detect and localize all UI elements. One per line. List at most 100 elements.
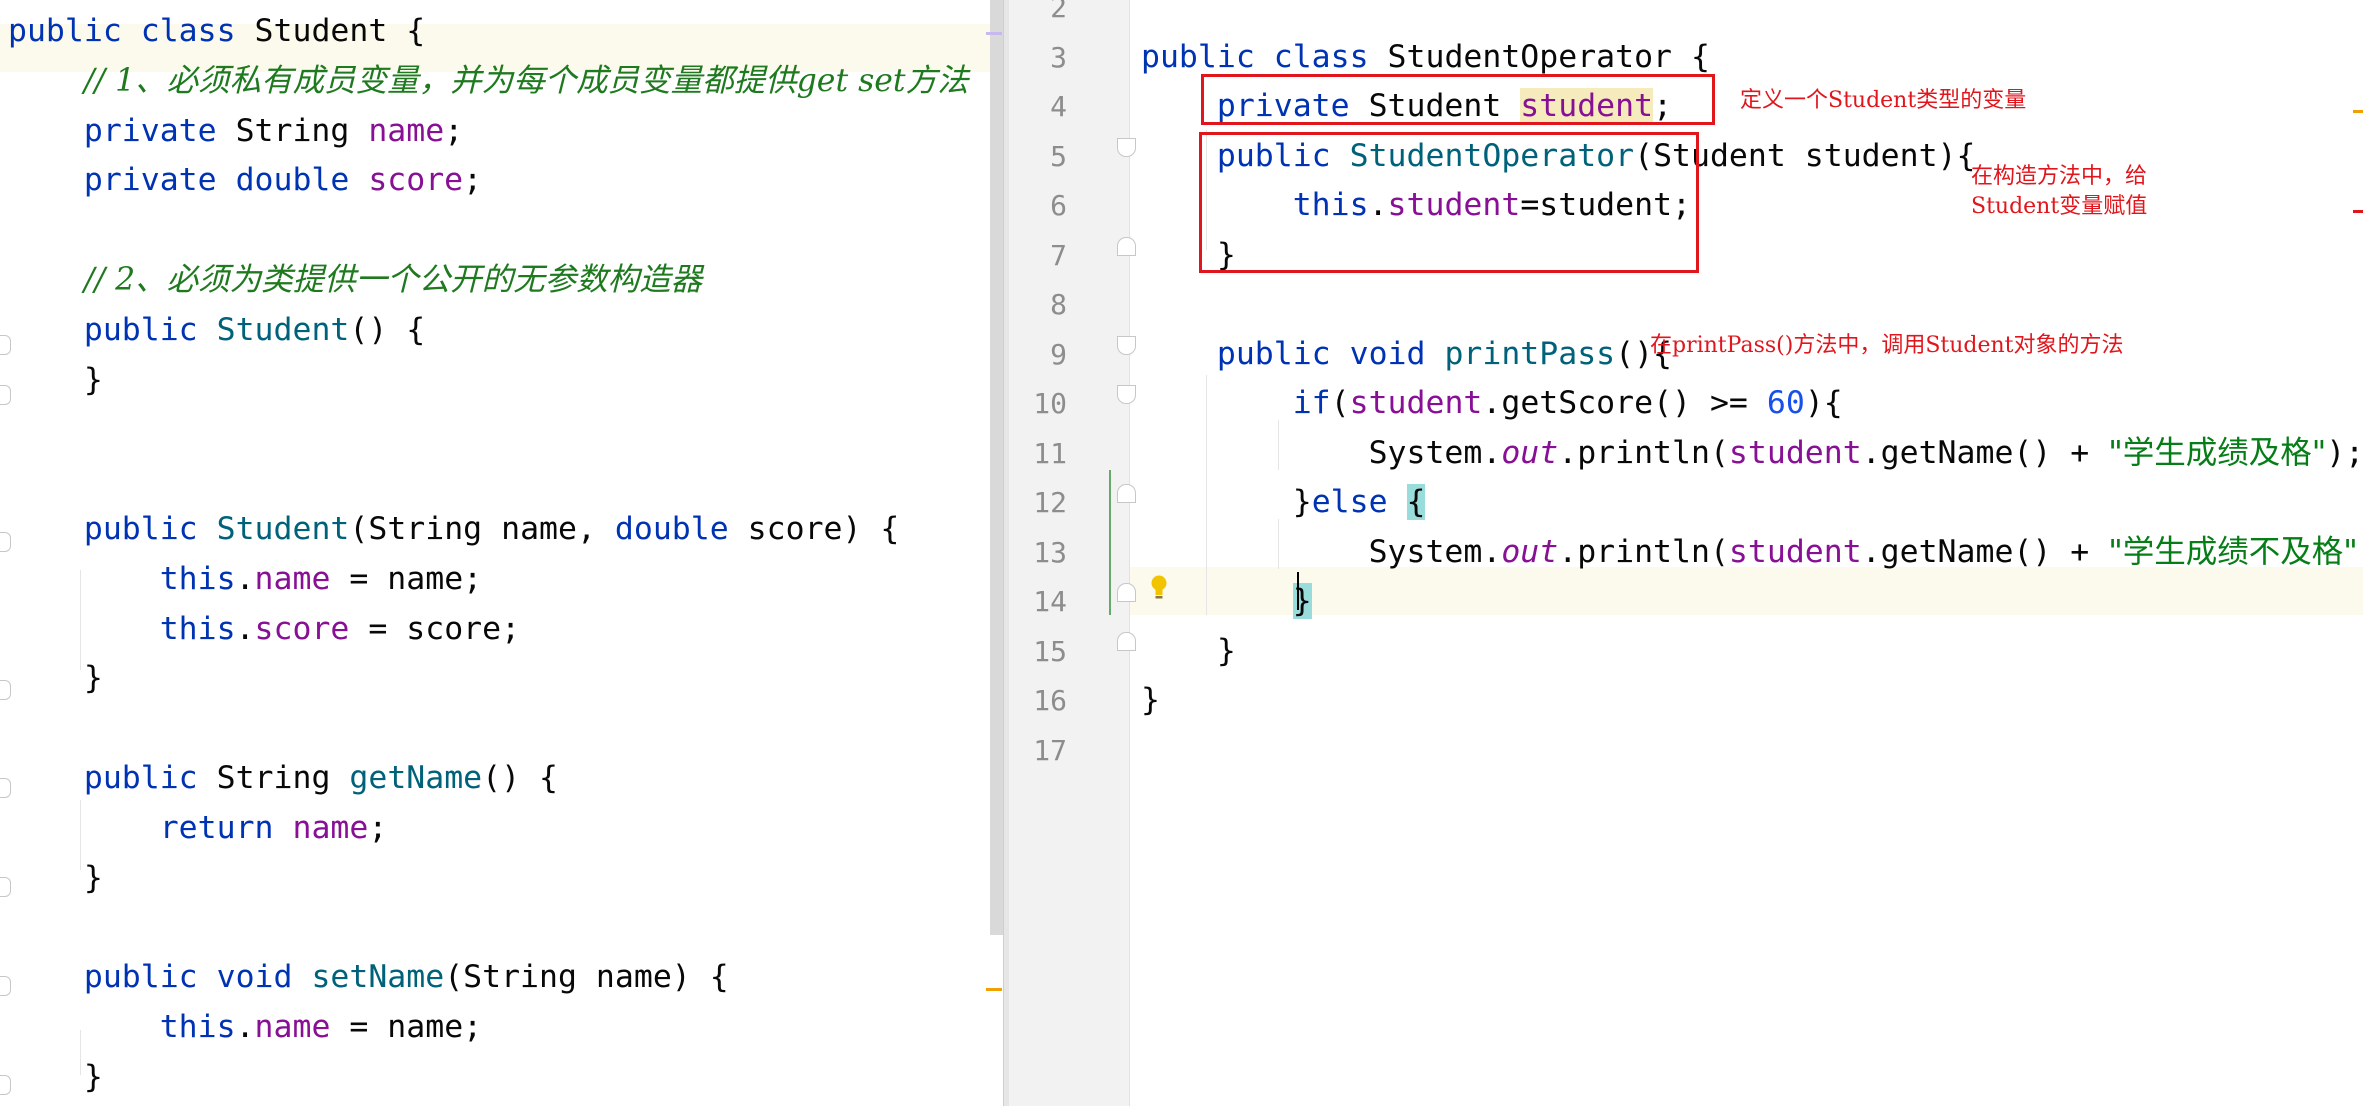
fold-marker-icon[interactable]	[0, 532, 11, 552]
fold-end-icon[interactable]	[1117, 237, 1136, 256]
annotation-note-method: 在printPass()方法中，调用Student对象的方法	[1650, 333, 2124, 358]
indent-guide	[80, 800, 81, 870]
code-line[interactable]: }	[8, 356, 103, 406]
line-number: 14	[1033, 585, 1067, 618]
code-token: () {	[482, 760, 559, 796]
code-token: System.	[1141, 533, 1502, 570]
vcs-change-marker[interactable]	[1109, 470, 1111, 615]
code-token: .	[235, 1009, 255, 1045]
left-scrollbar[interactable]	[990, 0, 1003, 935]
line-number-gutter[interactable]: 2 3 4 5 6 7 8 9 10 11 12 13 14 15 16 17	[1009, 0, 1130, 1106]
code-line[interactable]: public void printPass(){	[1141, 330, 1672, 380]
code-line[interactable]: this.score = score;	[8, 605, 520, 655]
code-token: public	[8, 511, 217, 547]
fold-marker-icon[interactable]	[0, 385, 11, 405]
code-token: );	[2326, 434, 2363, 471]
fold-marker-icon[interactable]	[0, 680, 11, 700]
code-token: // 2、必须为类提供一个公开的无参数构造器	[83, 262, 703, 298]
code-token: }	[1141, 682, 1160, 718]
code-token: "学生成绩及格"	[2108, 434, 2327, 471]
code-token: this	[8, 610, 236, 647]
line-number: 4	[1050, 90, 1067, 123]
code-line[interactable]: public String getName() {	[8, 754, 558, 804]
code-line[interactable]: }	[1141, 577, 1312, 627]
code-token: ){	[1804, 385, 1843, 421]
code-line[interactable]: public void setName(String name) {	[8, 953, 729, 1003]
indent-guide	[80, 570, 81, 670]
fold-start-icon[interactable]	[1117, 138, 1136, 157]
code-token: .println(	[1558, 533, 1729, 570]
code-line[interactable]: private String name;	[8, 107, 463, 157]
code-token: }	[1141, 484, 1312, 520]
annotation-box-field	[1201, 74, 1715, 125]
code-line[interactable]: }	[1141, 676, 1160, 726]
code-token: {	[1406, 484, 1426, 520]
code-line[interactable]: public Student(String name, double score…	[8, 505, 900, 555]
fold-end-icon[interactable]	[1117, 632, 1136, 651]
fold-marker-icon[interactable]	[0, 335, 11, 355]
annotation-note-constructor: 在构造方法中，给 Student变量赋值	[1971, 164, 2148, 219]
line-number: 9	[1050, 337, 1067, 371]
code-token: name	[254, 1009, 331, 1045]
code-token: .	[235, 560, 255, 597]
code-line[interactable]: if(student.getScore() >= 60){	[1141, 379, 1843, 429]
code-line[interactable]: }	[8, 654, 103, 704]
code-token: ;	[368, 809, 388, 846]
line-number: 3	[1050, 40, 1067, 74]
error-stripe-marker[interactable]	[2353, 210, 2363, 213]
fold-marker-icon[interactable]	[0, 976, 11, 996]
code-token: (	[1330, 385, 1350, 421]
warning-stripe-marker[interactable]	[2353, 110, 2363, 113]
code-token: }	[1141, 632, 1236, 669]
code-token: getName	[349, 760, 483, 796]
fold-marker-icon[interactable]	[0, 778, 11, 798]
code-token: .getScore() >=	[1482, 385, 1767, 421]
code-line[interactable]: }else {	[1141, 478, 1426, 528]
code-token: student	[1728, 533, 1862, 570]
code-token: }	[8, 859, 103, 896]
code-token: }	[8, 660, 103, 697]
code-token: out	[1501, 533, 1559, 570]
code-token: String	[216, 760, 350, 796]
code-token: String	[235, 112, 369, 149]
error-stripe-marker[interactable]	[986, 32, 1002, 35]
code-token: () {	[349, 311, 426, 348]
fold-marker-icon[interactable]	[0, 877, 11, 897]
code-token: );	[2358, 534, 2363, 570]
code-line[interactable]: System.out.println(student.getName() + "…	[1141, 528, 2363, 578]
code-token: public	[8, 311, 217, 348]
code-token: else	[1311, 484, 1407, 520]
code-line[interactable]: public class Student {	[8, 7, 425, 57]
fold-end-icon[interactable]	[1117, 484, 1136, 503]
code-line[interactable]: // 1、必须私有成员变量，并为每个成员变量都提供get set方法	[8, 57, 969, 107]
code-token: public	[8, 760, 217, 796]
fold-start-icon[interactable]	[1117, 336, 1136, 355]
fold-end-icon[interactable]	[1117, 583, 1136, 602]
fold-marker-icon[interactable]	[0, 1075, 11, 1095]
code-token: out	[1501, 434, 1559, 471]
line-number: 17	[1033, 733, 1067, 767]
right-editor-pane[interactable]: 2 3 4 5 6 7 8 9 10 11 12 13 14 15 16 17 public class St…	[1009, 0, 2363, 1106]
indent-guide	[80, 1030, 81, 1075]
code-token: private	[8, 112, 236, 149]
code-line[interactable]: }	[8, 854, 103, 904]
code-line[interactable]: public Student() {	[8, 306, 425, 356]
code-token: = score;	[349, 610, 521, 647]
code-token: public void	[8, 959, 312, 996]
left-editor-pane[interactable]: public class Student { // 1、必须私有成员变量，并为每…	[0, 0, 1007, 1106]
code-line[interactable]: private double score;	[8, 156, 482, 206]
warning-stripe-marker[interactable]	[986, 988, 1002, 991]
code-token: score	[368, 162, 464, 199]
fold-start-icon[interactable]	[1117, 385, 1136, 404]
code-line[interactable]: }	[8, 1053, 103, 1103]
code-line[interactable]: System.out.println(student.getName() + "…	[1141, 429, 2363, 479]
code-token: name	[254, 560, 331, 597]
code-token: System.	[1141, 434, 1502, 471]
code-line[interactable]: // 2、必须为类提供一个公开的无参数构造器	[8, 256, 702, 306]
code-token: public class	[1141, 38, 1388, 75]
code-line[interactable]: }	[1141, 627, 1236, 677]
annotation-box-constructor	[1199, 132, 1699, 273]
code-line[interactable]: return name;	[8, 804, 388, 854]
code-token: student	[1349, 385, 1483, 421]
code-token: // 1、必须私有成员变量，并为每个成员变量都提供get set方法	[83, 62, 969, 99]
